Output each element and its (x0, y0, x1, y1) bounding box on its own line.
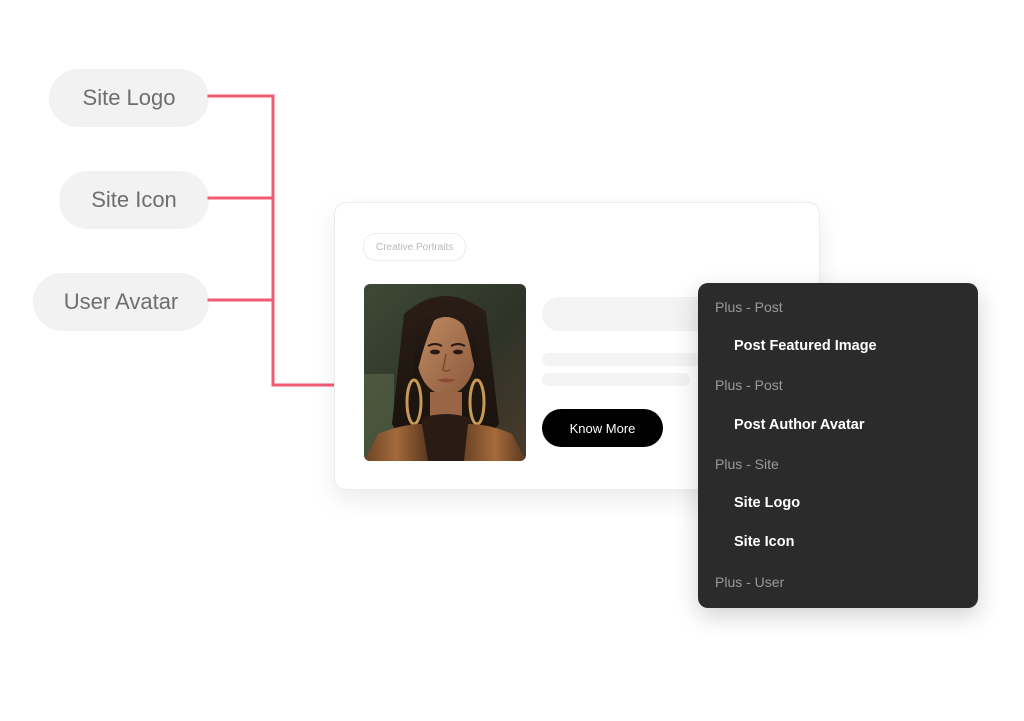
dropdown-item-post-featured-image[interactable]: Post Featured Image (698, 326, 978, 365)
portrait-image (364, 284, 526, 461)
source-pill-site-icon[interactable]: Site Icon (59, 171, 209, 229)
dropdown-item-site-icon[interactable]: Site Icon (698, 523, 978, 562)
dropdown-item-post-author-avatar[interactable]: Post Author Avatar (698, 405, 978, 444)
skeleton-text-line (542, 373, 690, 386)
dropdown-group-label: Plus - Post (715, 377, 783, 394)
source-pill-user-avatar[interactable]: User Avatar (33, 273, 209, 331)
dropdown-item-site-logo[interactable]: Site Logo (698, 483, 978, 522)
dropdown-group-label: Plus - Site (715, 455, 779, 472)
dropdown-group-label: Plus - Post (715, 298, 783, 315)
category-tag[interactable]: Creative Portraits (363, 233, 467, 261)
connector-path (207, 94, 342, 387)
dynamic-source-dropdown: Plus - Post Post Featured Image Plus - P… (698, 283, 978, 608)
source-pill-site-logo[interactable]: Site Logo (49, 69, 209, 127)
know-more-button[interactable]: Know More (542, 409, 663, 447)
dropdown-group-label: Plus - User (715, 573, 785, 590)
